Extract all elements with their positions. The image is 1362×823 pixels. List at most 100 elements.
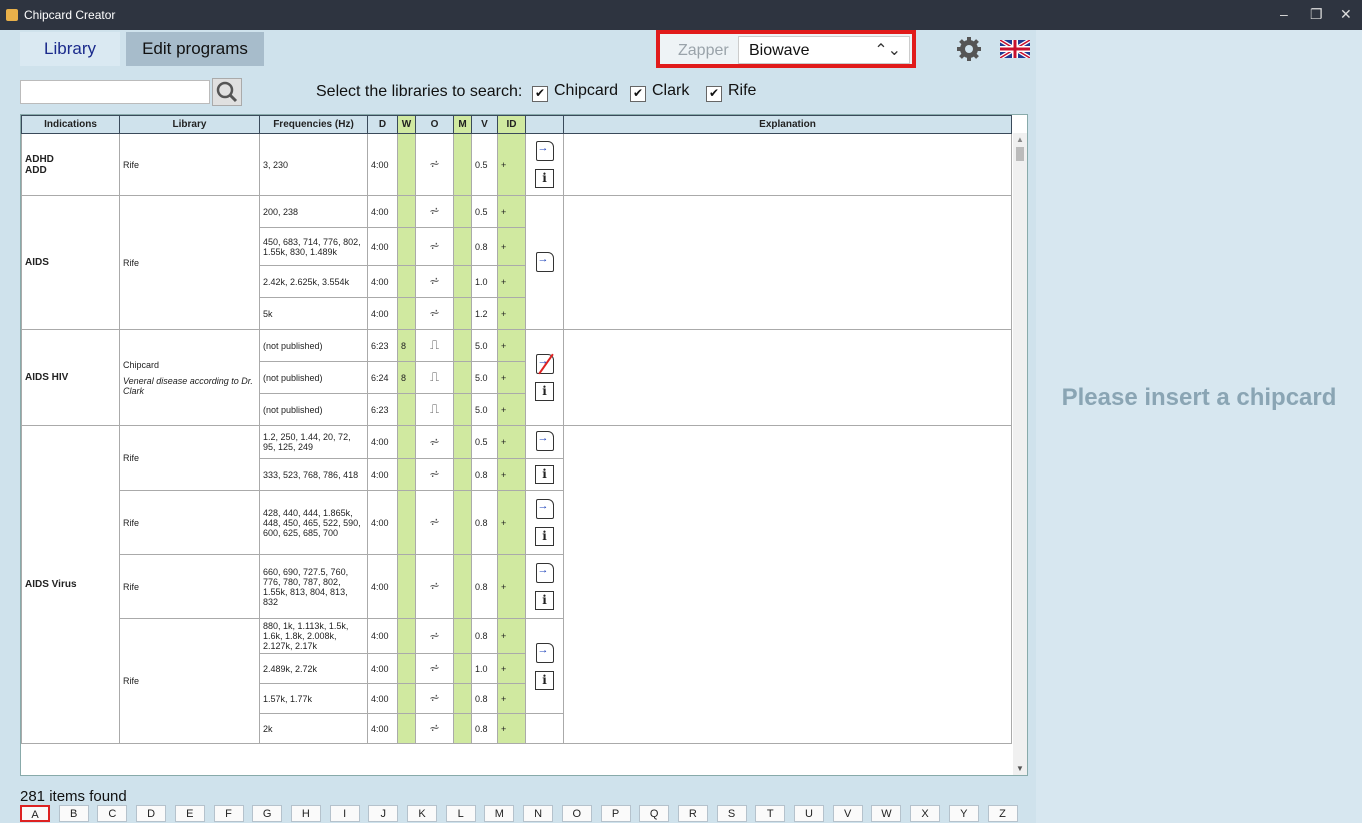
letter-button-w[interactable]: W [871, 805, 902, 822]
letter-button-v[interactable]: V [832, 805, 863, 822]
duration-cell: 4:00 [367, 265, 398, 298]
letter-button-z[interactable]: Z [987, 805, 1018, 822]
search-button[interactable] [212, 78, 242, 106]
m-cell [453, 425, 472, 459]
letter-button-y[interactable]: Y [948, 805, 979, 822]
letter-button-h[interactable]: H [290, 805, 321, 822]
insert-chipcard-message: Please insert a chipcard [1061, 384, 1337, 411]
letter-button-l[interactable]: L [445, 805, 476, 822]
col-w[interactable]: W [397, 115, 416, 134]
id-cell: + [497, 297, 526, 330]
tab-library[interactable]: Library [20, 32, 120, 66]
frequency-cell: 5k [259, 297, 368, 330]
letter-button-s[interactable]: S [716, 805, 747, 822]
checkbox-clark[interactable]: ✔ Clark [630, 82, 689, 102]
info-icon[interactable]: i [535, 527, 554, 546]
checkbox-rife[interactable]: ✔ Rife [706, 82, 756, 102]
letter-button-o[interactable]: O [561, 805, 592, 822]
voltage-cell: 0.5 [471, 133, 498, 196]
scroll-up-icon[interactable]: ▲ [1016, 135, 1024, 144]
table-row[interactable]: AIDS Rife 200, 238 4:00 ⩫ 0.5 + [21, 195, 1012, 330]
table-row[interactable]: AIDS Virus Rife 1.2, 250, 1.44, 20, 72, 95… [21, 425, 1012, 744]
info-icon[interactable]: i [535, 670, 554, 690]
table-row[interactable]: ADHD ADDRife3, 2304:00 ⩫ 0.5+ i [21, 133, 1012, 196]
card-transfer-disabled-icon[interactable] [535, 354, 554, 374]
letter-button-i[interactable]: I [329, 805, 360, 822]
letter-button-j[interactable]: J [368, 805, 399, 822]
letter-button-u[interactable]: U [794, 805, 824, 822]
letter-button-d[interactable]: D [136, 805, 167, 822]
library-cell: Rife [119, 195, 260, 330]
col-m[interactable]: M [453, 115, 472, 134]
action-cell: i [525, 554, 564, 619]
id-cell: + [497, 618, 526, 654]
col-id[interactable]: ID [497, 115, 526, 134]
card-transfer-icon[interactable] [535, 563, 554, 583]
card-transfer-icon[interactable] [535, 251, 554, 272]
id-cell: + [497, 713, 526, 744]
id-cell: + [497, 458, 526, 491]
id-cell: + [497, 393, 526, 426]
w-cell [397, 265, 416, 298]
letter-button-m[interactable]: M [484, 805, 515, 822]
letter-button-f[interactable]: F [213, 805, 244, 822]
col-d[interactable]: D [367, 115, 398, 134]
zapper-dropdown[interactable]: Biowave ⌃⌄ [738, 36, 910, 64]
frequency-cell: 880, 1k, 1.113k, 1.5k, 1.6k, 1.8k, 2.008… [259, 618, 368, 654]
chipcard-panel: Please insert a chipcard [1036, 30, 1362, 823]
action-cell: i [525, 490, 564, 555]
library-cell: Chipcard Veneral disease according to Dr.… [119, 329, 260, 426]
info-icon[interactable]: i [535, 169, 554, 188]
voltage-cell: 0.8 [471, 683, 498, 714]
col-v[interactable]: V [471, 115, 498, 134]
info-icon[interactable]: i [535, 465, 554, 484]
letter-button-t[interactable]: T [755, 805, 786, 822]
vertical-scrollbar[interactable]: ▲ ▼ [1013, 133, 1027, 775]
letter-button-k[interactable]: K [407, 805, 437, 822]
m-cell [453, 653, 472, 684]
minimize-button[interactable]: – [1280, 6, 1288, 22]
voltage-cell: 0.8 [471, 554, 498, 619]
indication-cell: ADHD ADD [21, 133, 120, 196]
col-frequencies[interactable]: Frequencies (Hz) [259, 115, 368, 134]
letter-button-b[interactable]: B [58, 805, 89, 822]
library-cell: Rife [119, 490, 260, 555]
letter-button-n[interactable]: N [523, 805, 554, 822]
action-cell: i [525, 133, 564, 196]
letter-button-g[interactable]: G [252, 805, 283, 822]
m-cell [453, 297, 472, 330]
info-icon[interactable]: i [535, 382, 554, 401]
gear-icon[interactable] [956, 36, 982, 62]
card-transfer-icon[interactable] [535, 642, 554, 663]
close-button[interactable]: ✕ [1340, 6, 1352, 23]
tab-edit-programs[interactable]: Edit programs [126, 32, 264, 66]
card-transfer-icon[interactable] [535, 141, 554, 161]
uk-flag-icon[interactable] [1000, 40, 1030, 58]
scroll-thumb[interactable] [1016, 147, 1024, 161]
letter-button-r[interactable]: R [677, 805, 708, 822]
card-transfer-icon[interactable] [535, 499, 554, 519]
id-cell: + [497, 653, 526, 684]
waveform-icon: ⎍ [415, 361, 454, 394]
letter-button-c[interactable]: C [97, 805, 128, 822]
info-icon[interactable]: i [535, 591, 554, 610]
letter-button-a[interactable]: A [20, 805, 50, 822]
letter-button-q[interactable]: Q [639, 805, 670, 822]
col-o[interactable]: O [415, 115, 454, 134]
maximize-button[interactable]: ❐ [1310, 6, 1323, 23]
col-library[interactable]: Library [119, 115, 260, 134]
letter-button-e[interactable]: E [174, 805, 205, 822]
card-transfer-icon[interactable] [535, 431, 554, 451]
table-row[interactable]: AIDS HIV Chipcard Veneral disease accordin… [21, 329, 1012, 426]
col-indications[interactable]: Indications [21, 115, 120, 134]
w-cell [397, 297, 416, 330]
checkbox-chipcard[interactable]: ✔ Chipcard [532, 82, 618, 102]
scroll-down-icon[interactable]: ▼ [1016, 764, 1024, 773]
zapper-label: Zapper [678, 42, 729, 59]
id-cell: + [497, 195, 526, 228]
w-cell [397, 490, 416, 555]
search-input[interactable] [20, 80, 210, 104]
col-explanation[interactable]: Explanation [563, 115, 1012, 134]
letter-button-p[interactable]: P [600, 805, 631, 822]
letter-button-x[interactable]: X [910, 805, 941, 822]
